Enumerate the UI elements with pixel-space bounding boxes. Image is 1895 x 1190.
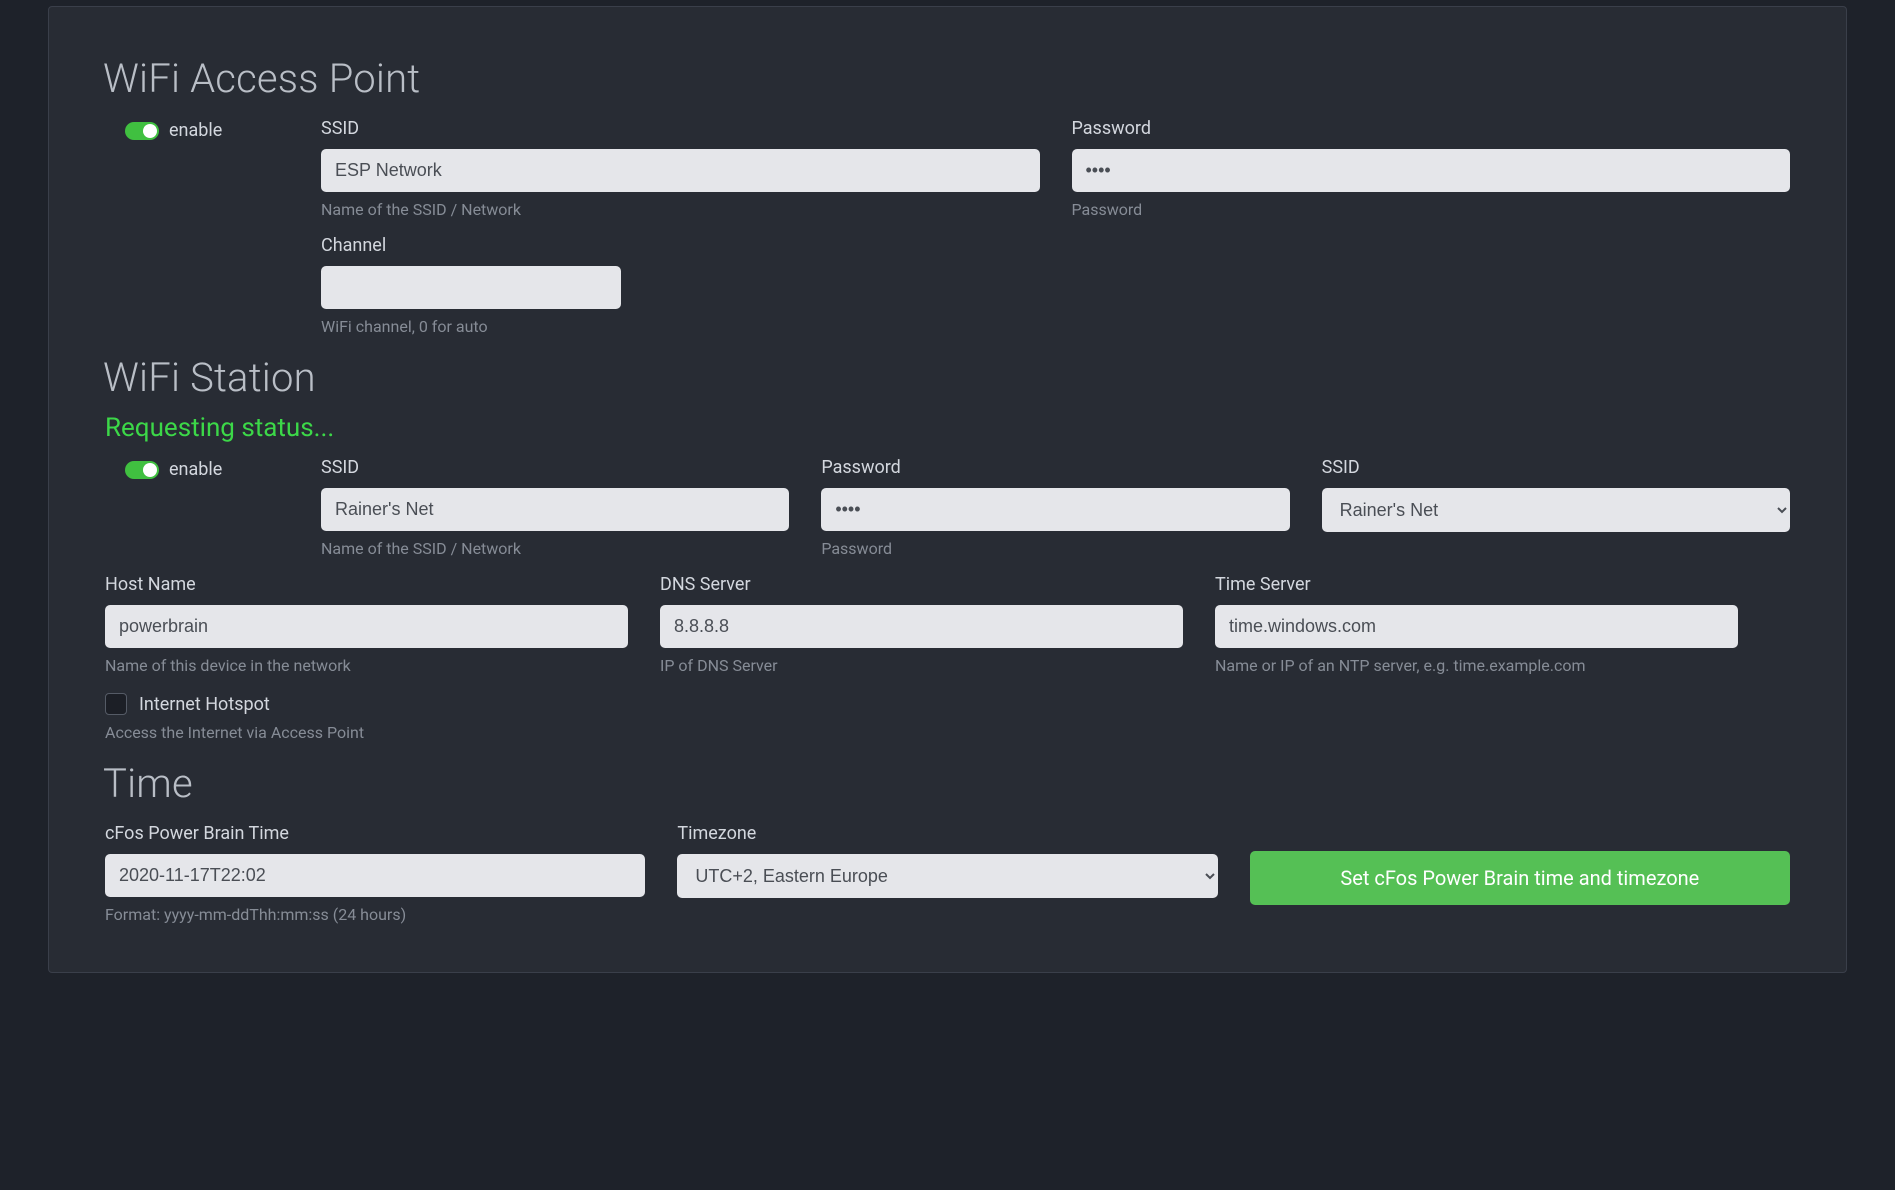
ap-password-input[interactable] (1072, 149, 1791, 192)
ap-heading: WiFi Access Point (103, 55, 1790, 102)
tz-select[interactable]: UTC+2, Eastern Europe (677, 854, 1217, 898)
ap-enable-toggle-wrap: enable (125, 120, 222, 141)
station-ssid-input[interactable] (321, 488, 789, 531)
ap-ssid-help: Name of the SSID / Network (321, 200, 1040, 219)
station-enable-label: enable (169, 459, 222, 480)
settings-card: WiFi Access Point enable SSID Name of th… (48, 6, 1847, 973)
timeserver-input[interactable] (1215, 605, 1738, 648)
station-ssid-select-label: SSID (1322, 457, 1790, 478)
station-ssid-label: SSID (321, 457, 789, 478)
station-password-label: Password (821, 457, 1289, 478)
station-heading: WiFi Station (103, 354, 1790, 401)
ap-password-help: Password (1072, 200, 1791, 219)
station-password-input[interactable] (821, 488, 1289, 531)
ap-enable-toggle[interactable] (125, 122, 159, 140)
ap-password-label: Password (1072, 118, 1791, 139)
set-time-button[interactable]: Set cFos Power Brain time and timezone (1250, 851, 1790, 905)
hostname-input[interactable] (105, 605, 628, 648)
hostname-help: Name of this device in the network (105, 656, 628, 675)
station-status: Requesting status... (105, 413, 1790, 443)
ap-channel-input[interactable] (321, 266, 621, 309)
station-enable-toggle-wrap: enable (125, 459, 222, 480)
timeserver-help: Name or IP of an NTP server, e.g. time.e… (1215, 656, 1738, 675)
hotspot-checkbox[interactable] (105, 693, 127, 715)
dns-input[interactable] (660, 605, 1183, 648)
hotspot-help: Access the Internet via Access Point (105, 723, 1790, 742)
dns-label: DNS Server (660, 574, 1183, 595)
ap-channel-label: Channel (321, 235, 1040, 256)
station-password-help: Password (821, 539, 1289, 558)
timeserver-label: Time Server (1215, 574, 1738, 595)
ap-enable-label: enable (169, 120, 222, 141)
hotspot-label: Internet Hotspot (139, 694, 270, 715)
hostname-label: Host Name (105, 574, 628, 595)
station-ssid-select[interactable]: Rainer's Net (1322, 488, 1790, 532)
time-help: Format: yyyy-mm-ddThh:mm:ss (24 hours) (105, 905, 645, 924)
station-enable-toggle[interactable] (125, 461, 159, 479)
tz-label: Timezone (677, 823, 1217, 844)
ap-channel-help: WiFi channel, 0 for auto (321, 317, 1040, 336)
ap-ssid-input[interactable] (321, 149, 1040, 192)
dns-help: IP of DNS Server (660, 656, 1183, 675)
time-heading: Time (103, 760, 1790, 807)
station-ssid-help: Name of the SSID / Network (321, 539, 789, 558)
ap-ssid-label: SSID (321, 118, 1040, 139)
time-input[interactable] (105, 854, 645, 897)
time-label: cFos Power Brain Time (105, 823, 645, 844)
